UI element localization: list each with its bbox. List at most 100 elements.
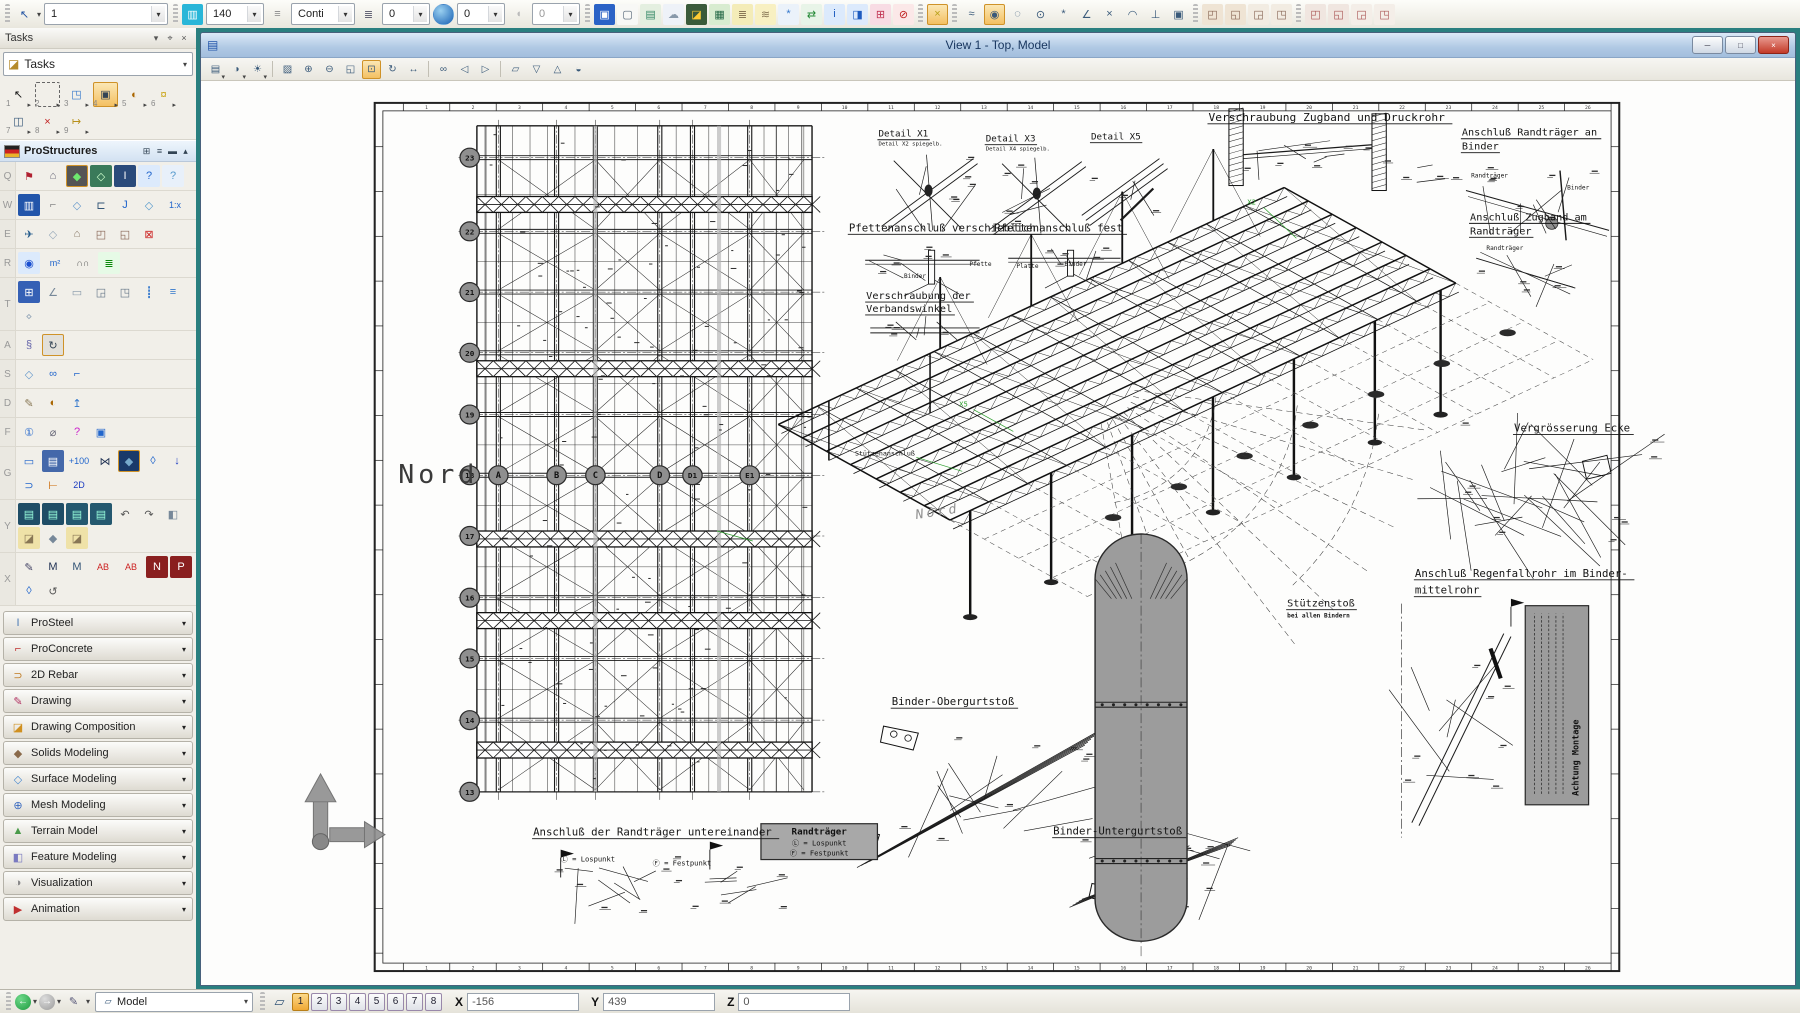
view-toggle-8[interactable]: 8 bbox=[425, 993, 442, 1011]
brush-icon[interactable]: ✎ bbox=[18, 556, 40, 578]
catalog-book-icon[interactable]: ▥ bbox=[18, 194, 40, 216]
snap-center-icon[interactable]: ⊙ bbox=[1030, 4, 1051, 25]
stirrup-icon[interactable]: § bbox=[18, 334, 40, 356]
references-icon[interactable]: ▤ bbox=[640, 4, 661, 25]
section-2d-rebar[interactable]: ⊃2D Rebar▾ bbox=[3, 663, 193, 687]
pos-icon[interactable]: P bbox=[170, 556, 192, 578]
chevron-down-icon[interactable]: ▾ bbox=[149, 33, 163, 44]
people-icon[interactable]: ∩∩ bbox=[70, 252, 96, 274]
point-clouds-icon[interactable]: ☁ bbox=[663, 4, 684, 25]
measure-icon[interactable]: ↦9▸ bbox=[64, 109, 89, 134]
accudraw-icon[interactable]: ⊞ bbox=[870, 4, 891, 25]
rotate-view-icon[interactable]: ↻ bbox=[383, 60, 402, 79]
forward-button[interactable]: → bbox=[39, 994, 55, 1010]
ucs-icon-4[interactable]: ◳ bbox=[1271, 4, 1292, 25]
chevron-down-icon[interactable]: ▾ bbox=[183, 60, 187, 69]
anchor-down-icon[interactable]: ↓ bbox=[166, 450, 188, 472]
help-sphere-icon[interactable]: ? bbox=[138, 165, 160, 187]
undo-icon[interactable]: ↶ bbox=[114, 503, 136, 525]
multi-snap-icon[interactable]: ▣ bbox=[1168, 4, 1189, 25]
toolbar-grip[interactable] bbox=[585, 4, 590, 24]
key-in-icon[interactable]: ◨ bbox=[847, 4, 868, 25]
help-sphere2-icon[interactable]: ? bbox=[162, 165, 184, 187]
section-proconcrete[interactable]: ⌐ProConcrete▾ bbox=[3, 637, 193, 661]
airplane-icon[interactable]: ✈ bbox=[18, 223, 40, 245]
ucs-a-icon[interactable]: ◰ bbox=[90, 223, 112, 245]
delete-frame-icon[interactable]: ⊠ bbox=[138, 223, 160, 245]
model-dark-icon[interactable]: ◆ bbox=[118, 450, 140, 472]
models-icon[interactable]: ▣ bbox=[594, 4, 615, 25]
ucs-icon-1[interactable]: ◰ bbox=[1202, 4, 1223, 25]
layout-grid-icon[interactable]: ⊞ bbox=[140, 146, 153, 157]
prostructures-header[interactable]: ProStructures ⊞ ≡ ▬ ▴ bbox=[0, 140, 196, 162]
2d-icon[interactable]: 2D bbox=[66, 474, 92, 496]
search-modify-icon[interactable]: ⌂ bbox=[42, 165, 64, 187]
lamp-icon[interactable]: ⊃ bbox=[18, 474, 40, 496]
scale-icon[interactable]: 1:x bbox=[162, 194, 188, 216]
tasks-combo[interactable]: ◪ Tasks ▾ bbox=[3, 52, 193, 76]
collapse-icon[interactable]: ▴ bbox=[179, 146, 192, 157]
model-combo[interactable]: ▱ Model ▾ bbox=[95, 992, 253, 1012]
y-coordinate-input[interactable] bbox=[603, 993, 715, 1011]
area-m2-icon[interactable]: m² bbox=[42, 252, 68, 274]
view-attributes-icon[interactable]: ▤▾ bbox=[206, 60, 225, 79]
x-coordinate-input[interactable] bbox=[467, 993, 579, 1011]
view-groups-icon[interactable]: ▱ bbox=[269, 991, 290, 1012]
delete-element-icon[interactable]: ⊘ bbox=[893, 4, 914, 25]
clip-mask-icon[interactable]: △ bbox=[548, 60, 567, 79]
snap-bisector-icon[interactable]: ∠ bbox=[1076, 4, 1097, 25]
redo-icon[interactable]: ↷ bbox=[138, 503, 160, 525]
element-search-icon[interactable]: * bbox=[778, 4, 799, 25]
brightness-icon[interactable]: ☀▾ bbox=[248, 60, 267, 79]
ghost-cube-icon[interactable]: ◇ bbox=[42, 223, 64, 245]
copy-shape-icon[interactable]: ↥ bbox=[66, 392, 88, 414]
pin-icon[interactable]: ⌖ bbox=[163, 33, 177, 44]
hammer-search-icon[interactable]: ⌀ bbox=[42, 421, 64, 443]
active-selection-combo[interactable]: 1 ▾ bbox=[44, 3, 168, 25]
toolbar-grip[interactable] bbox=[6, 992, 11, 1012]
rotate-h-icon[interactable]: ↻ bbox=[42, 334, 64, 356]
snap-tangent-icon[interactable]: ◠ bbox=[1122, 4, 1143, 25]
bolt-top-icon[interactable]: ┋ bbox=[138, 281, 160, 303]
detail-book-icon[interactable]: ▤ bbox=[42, 450, 64, 472]
groups-icon[interactable]: ◫7▸ bbox=[6, 109, 31, 134]
query-icon[interactable]: ? bbox=[66, 421, 88, 443]
toolbar-grip[interactable] bbox=[1296, 4, 1301, 24]
ucs-icon-2[interactable]: ◱ bbox=[1225, 4, 1246, 25]
delete-icon[interactable]: ×8▸ bbox=[35, 109, 60, 134]
snap-nearest-icon[interactable]: ≈ bbox=[961, 4, 982, 25]
ucs-icon-5[interactable]: ◰ bbox=[1305, 4, 1326, 25]
chevron-down-icon[interactable]: ▾ bbox=[57, 997, 61, 1006]
drop-element-icon[interactable]: ¤6▸ bbox=[151, 82, 176, 107]
view-toggle-6[interactable]: 6 bbox=[387, 993, 404, 1011]
zoom-out-icon[interactable]: ⊖ bbox=[320, 60, 339, 79]
panel-icon[interactable]: ▭ bbox=[18, 450, 40, 472]
section-terrain-model[interactable]: ▲Terrain Model▾ bbox=[3, 819, 193, 843]
translate-language-icon[interactable]: ⚑ bbox=[18, 165, 40, 187]
frame-icon[interactable]: ▭ bbox=[66, 281, 88, 303]
shape-detect-icon[interactable]: ◆ bbox=[66, 165, 88, 187]
dim-1-icon[interactable]: ⊢ bbox=[42, 474, 64, 496]
list-dark-icon-4[interactable]: ▤ bbox=[90, 503, 112, 525]
power-icon[interactable]: ◉ bbox=[18, 252, 40, 274]
copy-view-icon[interactable]: ▱ bbox=[506, 60, 525, 79]
view-toggle-1[interactable]: 1 bbox=[292, 993, 309, 1011]
tag-icon[interactable]: ◊ bbox=[142, 450, 164, 472]
steel-section-icon[interactable]: I bbox=[114, 165, 136, 187]
frames-icon[interactable]: ▣ bbox=[90, 421, 112, 443]
checker-grid-icon[interactable]: ⋄ bbox=[18, 305, 40, 327]
rings-icon[interactable]: ∞ bbox=[42, 363, 64, 385]
view-toggle-3[interactable]: 3 bbox=[330, 993, 347, 1011]
layout-panel-icon[interactable]: ▬ bbox=[166, 146, 179, 156]
note-icon[interactable]: N bbox=[146, 556, 168, 578]
section-surface-modeling[interactable]: ◇Surface Modeling▾ bbox=[3, 767, 193, 791]
snap-perpendicular-icon[interactable]: ⊥ bbox=[1145, 4, 1166, 25]
view-canvas[interactable]: 1122334455667788991010111112121313141415… bbox=[201, 81, 1795, 985]
acs-plane-lock-icon[interactable]: × bbox=[927, 4, 948, 25]
snap-midpoint-icon[interactable]: ◌ bbox=[1007, 4, 1028, 25]
m-flag-icon[interactable]: M bbox=[66, 556, 88, 578]
edit-pencil-icon[interactable]: ✎ bbox=[18, 392, 40, 414]
update-view-icon[interactable]: ▨ bbox=[278, 60, 297, 79]
change-attributes-icon[interactable]: ◐5▸ bbox=[122, 82, 147, 107]
settings-wrench-icon[interactable]: ⌐ bbox=[42, 194, 64, 216]
